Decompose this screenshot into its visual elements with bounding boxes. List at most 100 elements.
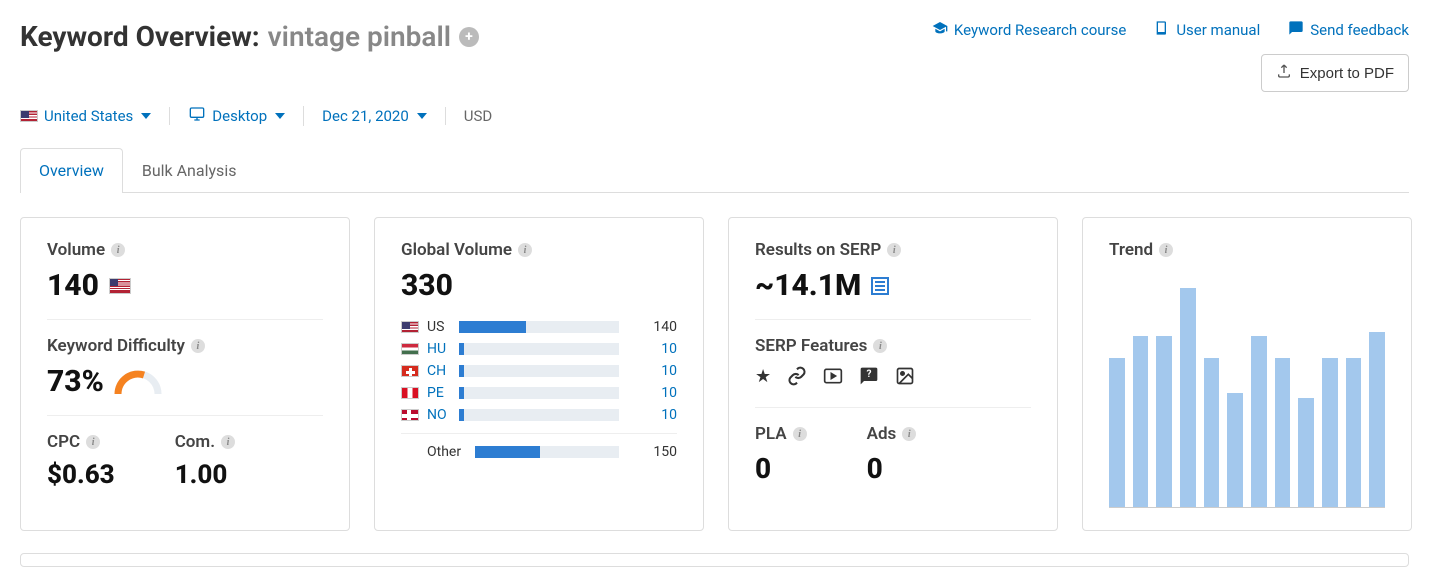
reviews-star-icon[interactable]: ★ — [755, 366, 771, 391]
volume-bar — [475, 446, 619, 458]
info-icon[interactable]: i — [191, 339, 205, 353]
trend-bar — [1204, 358, 1220, 507]
difficulty-gauge-icon — [114, 370, 162, 394]
user-manual-link[interactable]: User manual — [1154, 20, 1260, 40]
global-volume-title: Global Volume i — [401, 240, 677, 260]
com-title: Com. i — [175, 432, 235, 452]
info-icon[interactable]: i — [518, 243, 532, 257]
trend-title: Trend i — [1109, 240, 1385, 260]
currency-display: USD — [446, 107, 510, 125]
volume-bar — [459, 365, 619, 377]
add-keyword-icon[interactable]: + — [459, 27, 479, 47]
country-row: CH 10 — [401, 363, 677, 379]
serp-snapshot-icon[interactable] — [871, 277, 889, 295]
info-icon[interactable]: i — [887, 243, 901, 257]
volume-bar — [459, 343, 619, 355]
cpc-value: $0.63 — [47, 460, 115, 490]
image-pack-icon[interactable] — [895, 366, 915, 391]
info-icon[interactable]: i — [221, 435, 235, 449]
tab-bulk-analysis[interactable]: Bulk Analysis — [123, 148, 256, 192]
country-row: HU 10 — [401, 341, 677, 357]
chevron-down-icon — [141, 113, 151, 119]
global-volume-card: Global Volume i 330 US 140 HU 10 CH 10 PE 10 NO 1… — [374, 217, 704, 531]
flag-icon — [401, 409, 419, 421]
graduation-cap-icon — [932, 20, 948, 40]
global-volume-value: 330 — [401, 268, 677, 303]
info-icon[interactable]: i — [1159, 243, 1173, 257]
sitelinks-icon[interactable] — [787, 366, 807, 391]
country-code: US — [427, 319, 451, 335]
keyword-text: vintage pinball — [268, 20, 451, 53]
serp-features-title: SERP Features i — [755, 336, 1031, 356]
svg-text:?: ? — [867, 369, 872, 380]
com-value: 1.00 — [175, 460, 235, 490]
country-volume[interactable]: 10 — [627, 407, 677, 423]
keyword-difficulty-title: Keyword Difficulty i — [47, 336, 323, 356]
serp-results-title: Results on SERP i — [755, 240, 1031, 260]
country-row: US 140 — [401, 319, 677, 335]
keyword-difficulty-value: 73% — [47, 364, 323, 399]
info-icon[interactable]: i — [793, 427, 807, 441]
flag-icon — [401, 387, 419, 399]
keyword-research-course-link[interactable]: Keyword Research course — [932, 20, 1126, 40]
filter-bar: United States Desktop Dec 21, 2020 USD — [20, 106, 1409, 126]
volume-title: Volume i — [47, 240, 323, 260]
serp-card: Results on SERP i ~14.1M SERP Features i… — [728, 217, 1058, 531]
device-filter[interactable]: Desktop — [170, 106, 304, 126]
country-code[interactable]: NO — [427, 407, 451, 423]
ads-title: Ads i — [867, 424, 917, 444]
flag-icon — [401, 343, 419, 355]
info-icon[interactable]: i — [873, 339, 887, 353]
trend-bar — [1156, 336, 1172, 507]
book-icon — [1154, 20, 1170, 40]
title-prefix: Keyword Overview: — [20, 20, 260, 53]
country-code[interactable]: PE — [427, 385, 451, 401]
other-value: 150 — [627, 444, 677, 460]
send-feedback-link[interactable]: Send feedback — [1288, 20, 1409, 40]
chevron-down-icon — [417, 113, 427, 119]
chevron-down-icon — [275, 113, 285, 119]
country-volume[interactable]: 10 — [627, 385, 677, 401]
trend-bar — [1180, 288, 1196, 507]
info-icon[interactable]: i — [111, 243, 125, 257]
volume-card: Volume i 140 Keyword Difficulty i 73% — [20, 217, 350, 531]
trend-bar — [1322, 358, 1338, 507]
country-row: PE 10 — [401, 385, 677, 401]
country-volume[interactable]: 10 — [627, 363, 677, 379]
trend-bar — [1275, 358, 1291, 507]
serp-features-icons: ★ ? — [755, 366, 1031, 391]
country-row-other: Other 150 — [401, 444, 677, 460]
date-filter[interactable]: Dec 21, 2020 — [304, 107, 446, 125]
cpc-title: CPC i — [47, 432, 115, 452]
country-filter[interactable]: United States — [20, 107, 170, 125]
trend-chart — [1109, 268, 1385, 508]
country-volume[interactable]: 10 — [627, 341, 677, 357]
volume-bar — [459, 321, 619, 333]
trend-bar — [1298, 398, 1314, 508]
info-icon[interactable]: i — [902, 427, 916, 441]
pla-value: 0 — [755, 452, 807, 485]
volume-value: 140 — [47, 268, 323, 303]
flag-icon — [401, 321, 419, 333]
trend-bar — [1369, 332, 1385, 507]
trend-bar — [1251, 336, 1267, 507]
us-flag-icon — [20, 110, 38, 122]
tab-overview[interactable]: Overview — [20, 148, 123, 193]
speech-bubble-icon — [1288, 20, 1304, 40]
faq-icon[interactable]: ? — [859, 366, 879, 391]
volume-bar — [459, 409, 619, 421]
ads-value: 0 — [867, 452, 917, 485]
other-label: Other — [427, 444, 467, 460]
trend-card: Trend i — [1082, 217, 1412, 531]
serp-results-value: ~14.1M — [755, 268, 1031, 303]
trend-bar — [1346, 358, 1362, 507]
country-volume: 140 — [627, 319, 677, 335]
tabs: Overview Bulk Analysis — [20, 148, 1409, 193]
us-flag-icon — [109, 278, 131, 294]
export-pdf-button[interactable]: Export to PDF — [1261, 54, 1409, 92]
desktop-icon — [188, 106, 206, 126]
video-icon[interactable] — [823, 366, 843, 391]
info-icon[interactable]: i — [86, 435, 100, 449]
country-code[interactable]: HU — [427, 341, 451, 357]
country-code[interactable]: CH — [427, 363, 451, 379]
